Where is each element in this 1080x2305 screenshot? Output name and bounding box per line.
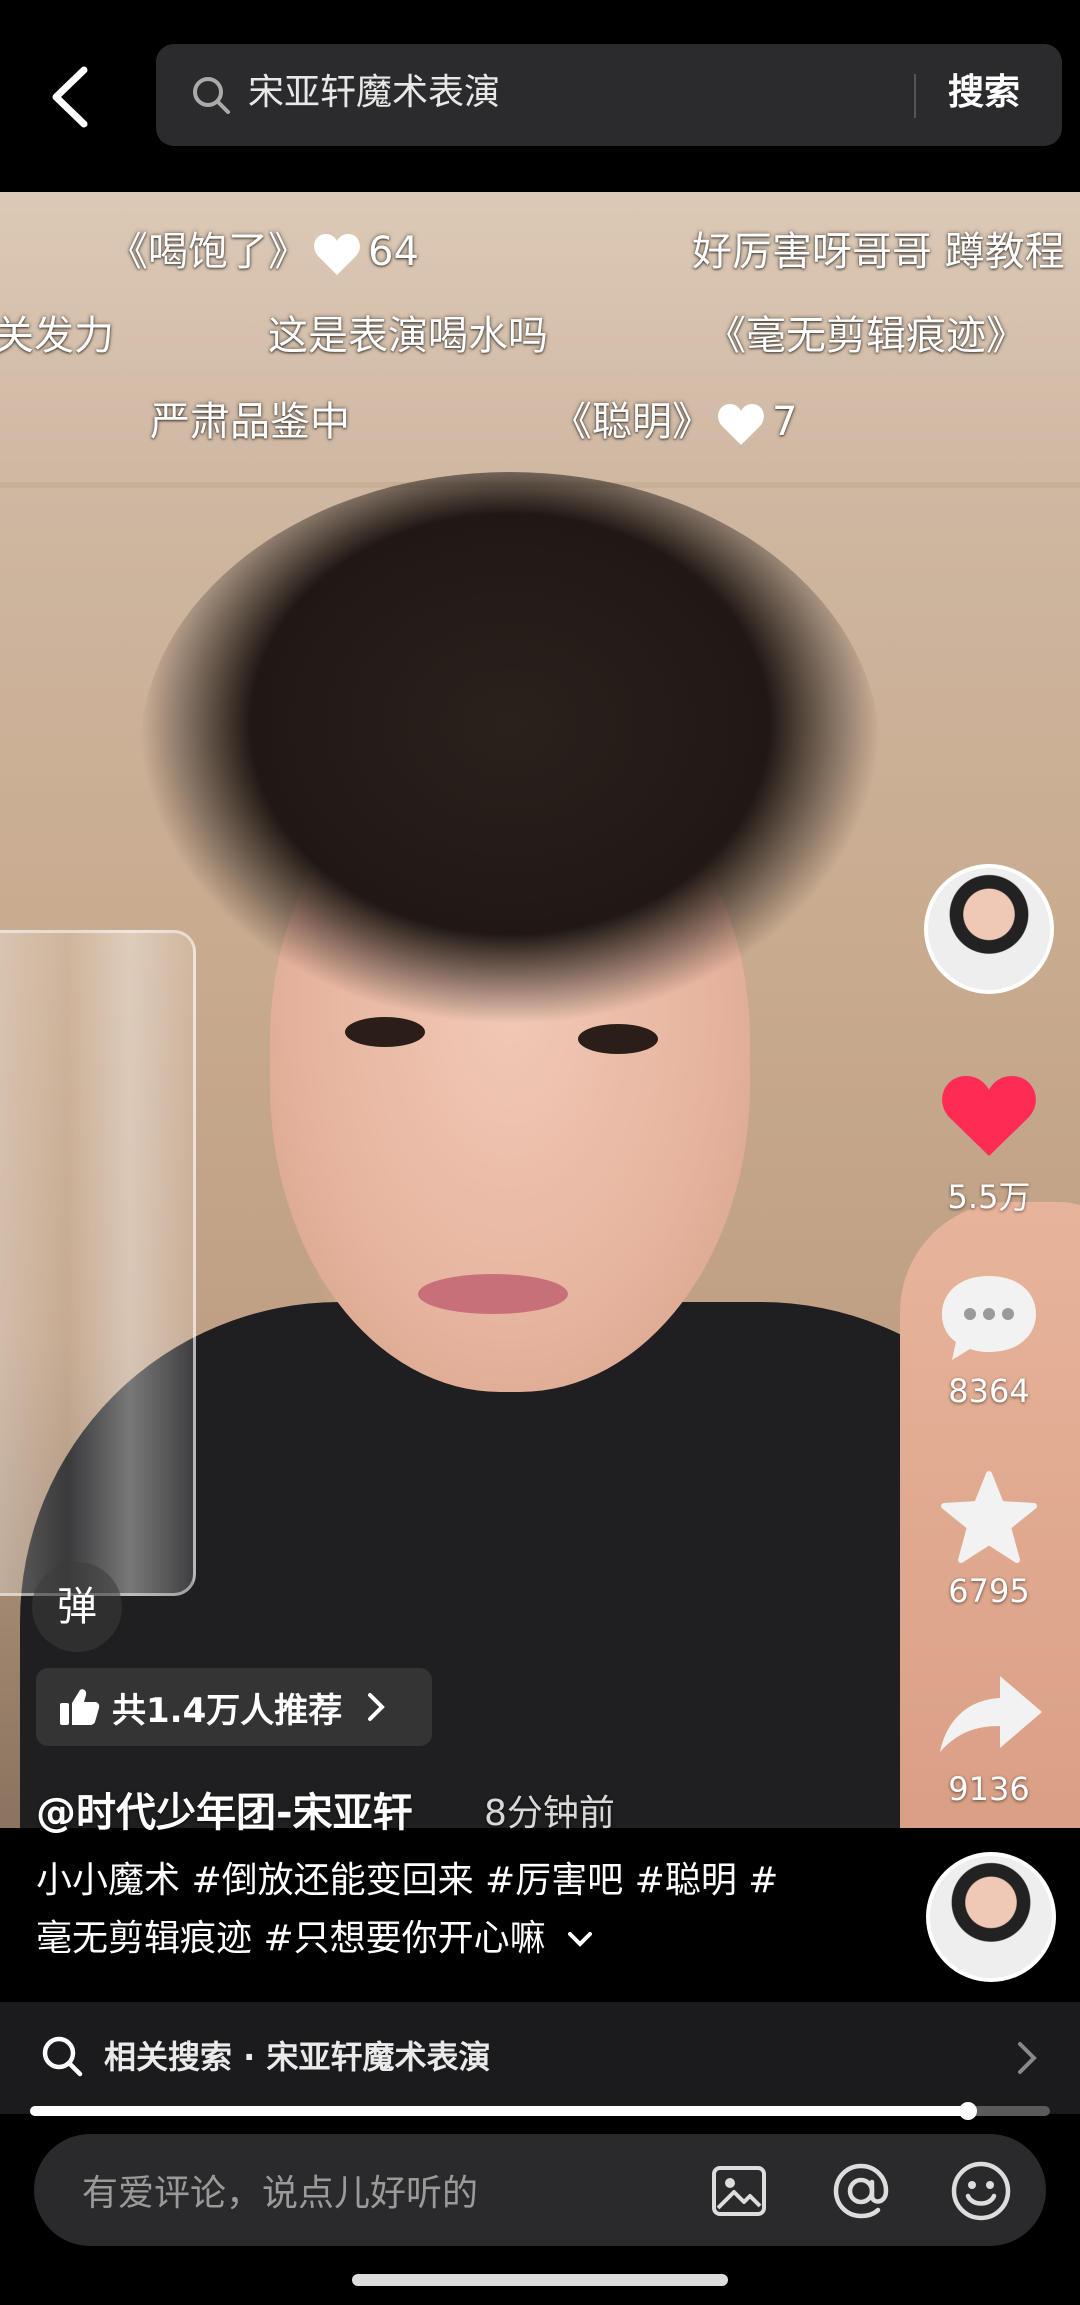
search-divider: [914, 74, 916, 118]
video-player[interactable]: 《喝饱了》 64 好厉害呀哥哥 蹲教程 关发力 这是表演喝水吗 《毫无剪辑痕迹》 …: [0, 192, 1080, 1828]
search-button[interactable]: 搜索: [948, 68, 1020, 118]
recommend-button[interactable]: 共1.4万人推荐: [36, 1668, 433, 1746]
video-subject-eye: [345, 1017, 425, 1047]
danmaku-item: 《毫无剪辑痕迹》: [706, 310, 1026, 362]
comment-placeholder: 有爱评论，说点儿好听的: [82, 2173, 479, 2214]
search-icon: [42, 2036, 83, 2077]
heart-icon: [718, 404, 764, 445]
emoji-icon[interactable]: [950, 2160, 1012, 2222]
video-progress-fill: [30, 2106, 968, 2116]
caption-line: 毫无剪辑痕迹 #只想要你开心嘛: [36, 1910, 856, 1968]
heart-icon: [314, 234, 360, 275]
danmaku-text: 这是表演喝水吗: [268, 313, 548, 359]
at-mention-icon[interactable]: [830, 2160, 892, 2222]
share-count: 9136: [948, 1770, 1030, 1808]
danmaku-text: 好厉害呀哥哥 蹲教程: [692, 229, 1065, 275]
thumbs-up-icon: [60, 1689, 100, 1725]
chevron-right-icon: [368, 1693, 386, 1721]
favorite-button[interactable]: [924, 1470, 1054, 1570]
danmaku-text: 《毫无剪辑痕迹》: [706, 313, 1026, 359]
post-time: 8分钟前: [484, 1793, 615, 1834]
home-indicator: [352, 2274, 728, 2286]
danmaku-like-count: 7: [772, 399, 798, 445]
related-search-bar[interactable]: 相关搜索 · 宋亚轩魔术表演: [0, 2002, 1080, 2114]
author-avatar[interactable]: [924, 864, 1054, 994]
danmaku-like-count: 64: [368, 229, 419, 275]
video-subject-hair: [140, 472, 880, 1032]
danmaku-item: 严肃品鉴中: [150, 396, 350, 448]
search-icon: [193, 77, 230, 114]
danmaku-item: 好厉害呀哥哥 蹲教程: [692, 226, 1065, 278]
related-search-text: 相关搜索 · 宋亚轩魔术表演: [104, 2038, 491, 2076]
like-button[interactable]: [924, 1070, 1054, 1164]
share-button[interactable]: [924, 1668, 1054, 1768]
star-icon: [941, 1471, 1037, 1563]
video-glass: [0, 930, 196, 1596]
search-query[interactable]: 宋亚轩魔术表演: [248, 68, 500, 118]
video-progress-handle[interactable]: [959, 2102, 977, 2120]
video-caption[interactable]: 小小魔术 #倒放还能变回来 #厉害吧 #聪明 # 毫无剪辑痕迹 #只想要你开心嘛: [36, 1852, 856, 1968]
author-name[interactable]: @时代少年团-宋亚轩: [36, 1780, 413, 1838]
comment-button[interactable]: [924, 1270, 1054, 1370]
danmaku-item: 这是表演喝水吗: [268, 310, 548, 362]
favorite-count: 6795: [948, 1572, 1030, 1610]
heart-icon: [942, 1076, 1036, 1156]
danmaku-toggle-button[interactable]: 弹: [32, 1562, 122, 1652]
search-bar[interactable]: 宋亚轩魔术表演 搜索: [156, 44, 1062, 146]
back-arrow-icon: [52, 66, 88, 128]
recommend-text: 共1.4万人推荐: [112, 1690, 343, 1731]
danmaku-text: 关发力: [0, 313, 114, 359]
comment-icon: [942, 1276, 1036, 1360]
danmaku-item: 关发力: [0, 310, 114, 362]
back-button[interactable]: [44, 62, 104, 132]
danmaku-text: 《喝饱了》: [108, 229, 308, 275]
chevron-right-icon: [1018, 2042, 1037, 2074]
chevron-down-icon[interactable]: [560, 1924, 600, 1954]
comment-count: 8364: [948, 1372, 1030, 1410]
related-avatar[interactable]: [926, 1852, 1056, 1982]
caption-line: 小小魔术 #倒放还能变回来 #厉害吧 #聪明 #: [36, 1860, 779, 1901]
comment-input[interactable]: 有爱评论，说点儿好听的: [34, 2134, 1046, 2246]
danmaku-text: 《聪明》: [552, 399, 712, 445]
video-subject-lips: [418, 1274, 568, 1314]
like-count: 5.5万: [947, 1178, 1031, 1216]
danmaku-item: 《喝饱了》 64: [108, 226, 419, 278]
share-arrow-icon: [940, 1676, 1042, 1752]
danmaku-item: 《聪明》 7: [552, 396, 797, 448]
danmaku-text: 严肃品鉴中: [150, 399, 350, 445]
image-icon[interactable]: [710, 2162, 768, 2220]
caption-text: 毫无剪辑痕迹 #只想要你开心嘛: [36, 1918, 546, 1959]
video-subject-eye: [578, 1024, 658, 1054]
